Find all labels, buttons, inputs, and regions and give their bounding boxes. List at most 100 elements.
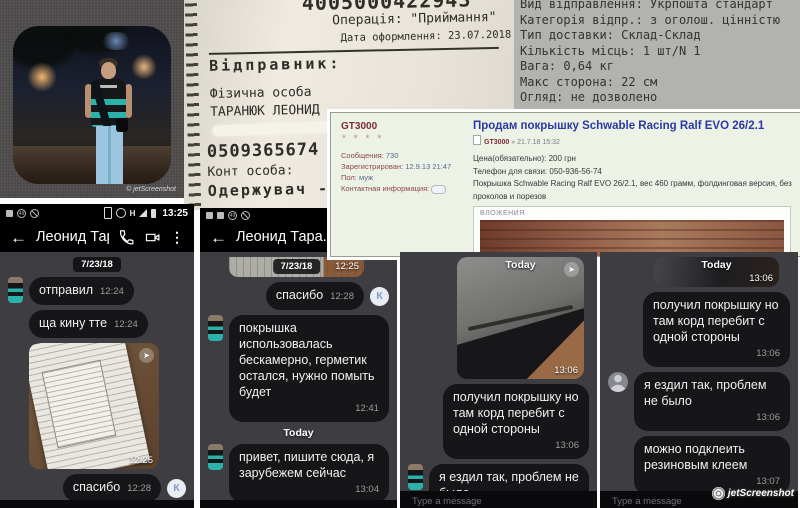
photo-watermark: © jetScreenshot	[126, 186, 176, 193]
attachments-label: ВЛОЖЕНИЯ	[480, 210, 784, 217]
outgoing-message-row: спасибо12:28 К	[8, 474, 186, 502]
chat-screenshot-1: 49 H 13:25 ← Леонид Тара... ⋮ 7/23/18 от…	[0, 204, 194, 508]
contact-avatar[interactable]	[8, 277, 23, 303]
incoming-message-row: отправил12:24	[8, 277, 186, 305]
forum-username-link[interactable]: GT3000	[341, 121, 463, 132]
profile-row: Зарегистрирован: 12.9.13 21:47	[341, 161, 463, 172]
compose-placeholder: Type a message	[612, 496, 682, 507]
user-rating-stars: ✶ ✶ ✶ ✶	[341, 133, 463, 141]
overflow-menu-icon[interactable]: ⋮	[170, 229, 184, 246]
message-time: 12:24	[100, 286, 124, 297]
notification-icon	[206, 212, 213, 219]
k-contact-avatar[interactable]: К	[370, 287, 389, 306]
status-clock: 13:25	[162, 208, 188, 219]
message-time: 13:04	[239, 482, 379, 498]
shipment-detail-line: Вид відправлення: Укрпошта стандарт	[520, 0, 800, 13]
message-bubble[interactable]: отправил12:24	[29, 277, 134, 305]
incoming-message-row: я ездил так, проблем не было13:06	[608, 372, 790, 431]
image-message-row: 7/23/18 12:25	[208, 257, 389, 277]
post-phone-line: Телефон для связи: 050-936-56-74	[473, 166, 795, 179]
forum-post-panel: GT3000 ✶ ✶ ✶ ✶ Сообщения: 730 Зарегистри…	[330, 112, 800, 257]
contact-avatar[interactable]	[208, 444, 223, 470]
post-title-link[interactable]: Продам покрышку Schwable Racing Ralf EVO…	[473, 120, 795, 132]
image-message-row: ➤ 12:25	[8, 343, 186, 469]
status-bar: 49 H 13:25	[0, 204, 194, 222]
message-time: 13:06	[453, 438, 579, 454]
message-time: 12:28	[330, 291, 354, 302]
network-h-icon: H	[130, 209, 136, 218]
receipt-image-bottom[interactable]: 7/23/18 12:25	[229, 257, 364, 277]
tire-image-message[interactable]: ➤ Today 13:06	[457, 257, 584, 379]
profile-photo-panel: © jetScreenshot	[0, 0, 184, 198]
badge-49-icon: 49	[17, 209, 26, 218]
attachments-box: ВЛОЖЕНИЯ	[473, 206, 791, 257]
shipment-details-photo: Вид відправлення: Укрпошта стандарт Кате…	[514, 0, 800, 113]
sender-phone: 0509365674	[207, 140, 320, 162]
date-chip: 7/23/18	[273, 259, 321, 274]
message-bubble[interactable]: ща кину тте12:24	[29, 310, 148, 338]
post-author-link[interactable]: GT3000	[484, 139, 509, 146]
tire-image-bottom[interactable]: Today 13:06	[654, 257, 779, 287]
jetscreenshot-logo-icon	[712, 487, 725, 500]
today-label: Today	[283, 427, 313, 439]
image-time: 13:06	[554, 365, 578, 376]
signal-icon	[139, 209, 147, 217]
message-time: 12:24	[114, 319, 138, 330]
sender-label: Відправник:	[209, 47, 499, 75]
message-bubble[interactable]: покрышка использовалась бескамерно, герм…	[229, 315, 389, 422]
shoulder-bag	[116, 118, 128, 132]
message-bubble[interactable]: получил покрышку но там корд перебит с о…	[643, 292, 790, 367]
message-bubble[interactable]: я ездил так, проблем не было13:06	[634, 372, 790, 431]
bottom-bar	[200, 500, 397, 508]
message-bubble[interactable]: спасибо12:28	[63, 474, 161, 502]
contact-label: Конт особа:	[207, 163, 293, 180]
shipment-detail-line: Категорія відпр.: з оголош. цінністю	[520, 13, 800, 29]
default-avatar[interactable]	[608, 372, 628, 392]
forward-icon[interactable]: ➤	[139, 348, 154, 363]
screenshot-collage: © jetScreenshot 4005000422943 Операція: …	[0, 0, 800, 508]
shipment-detail-line: Огляд: не дозволено	[520, 90, 800, 106]
person-head	[101, 62, 116, 79]
forward-icon[interactable]: ➤	[564, 262, 579, 277]
mute-icon	[241, 211, 250, 220]
message-bubble[interactable]: привет, пишите сюда, я зарубежем сейчас1…	[229, 444, 389, 503]
compose-bar[interactable]: Type a message	[400, 491, 597, 508]
chat-screenshot-4: Today 13:06 получил покрышку но там корд…	[600, 252, 798, 508]
mute-icon	[30, 209, 39, 218]
incoming-message-row: получил покрышку но там корд перебит с о…	[422, 384, 589, 459]
back-icon[interactable]: ←	[210, 229, 227, 246]
operation-line: Операція: "Приймання"	[332, 10, 497, 28]
receiver-label: Одержувач -	[208, 179, 330, 200]
k-contact-avatar[interactable]: К	[167, 479, 186, 498]
profile-row: Контактная информация:	[341, 183, 463, 194]
back-icon[interactable]: ←	[10, 229, 27, 246]
compose-placeholder: Type a message	[412, 496, 482, 507]
street-lamp-glow	[27, 62, 57, 92]
video-call-icon[interactable]	[144, 229, 161, 246]
date-line: Дата оформлення: 23.07.2018	[340, 29, 511, 45]
street-lamp-glow	[131, 54, 157, 80]
date-chip: 7/23/18	[73, 257, 121, 272]
shirt-print	[99, 85, 117, 88]
chat-title[interactable]: Леонид Тара...	[36, 229, 109, 245]
image-time: 12:25	[129, 455, 153, 466]
sender-type: Фізична особа	[210, 85, 312, 102]
message-bubble[interactable]: спасибо12:28	[266, 282, 364, 310]
notification-icon	[217, 212, 224, 219]
message-time: 13:06	[644, 410, 780, 426]
incoming-message-row: ща кину тте12:24	[8, 310, 186, 338]
shipment-detail-line: Кількість місць: 1 шт/N 1	[520, 44, 800, 60]
contact-avatar[interactable]	[408, 464, 423, 490]
notification-icon	[6, 210, 13, 217]
sender-name: ТАРАНЮК ЛЕОНИД	[210, 103, 320, 120]
outgoing-message-row: спасибо12:28 К	[208, 282, 389, 310]
night-profile-photo	[13, 26, 171, 184]
shipment-detail-line: Тип доставки: Склад-Склад	[520, 28, 800, 44]
call-icon[interactable]	[118, 229, 135, 246]
contact-avatar[interactable]	[208, 315, 223, 341]
today-overlay: Today	[701, 259, 731, 271]
receipt-image-message[interactable]: ➤ 12:25	[29, 343, 159, 469]
contact-info-toggle[interactable]	[431, 185, 446, 194]
message-bubble[interactable]: получил покрышку но там корд перебит с о…	[443, 384, 589, 459]
incoming-message-row: получил покрышку но там корд перебит с о…	[622, 292, 790, 367]
